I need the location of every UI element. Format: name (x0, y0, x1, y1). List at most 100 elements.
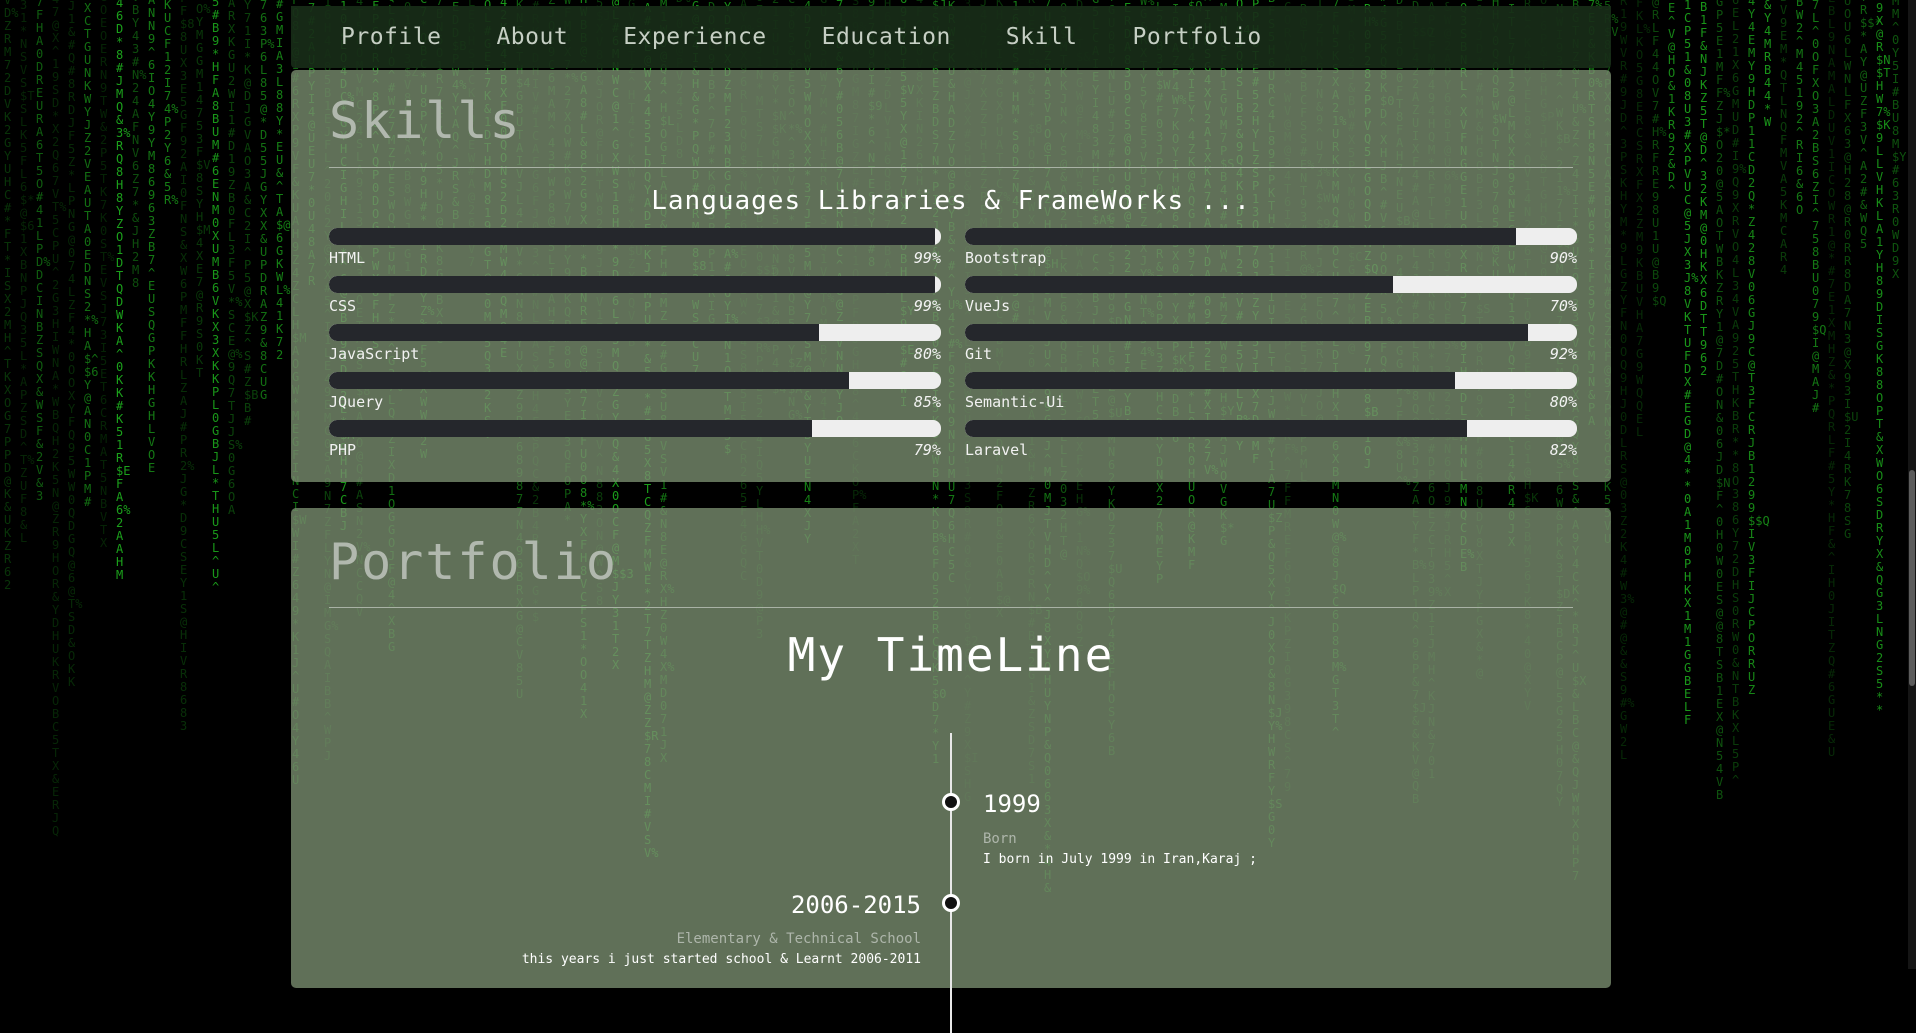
matrix-rain-column: 46D*8#JMQ&3%RQ8H8YZO1DTQDWKA^0KK#K51R$EF… (116, 0, 131, 582)
skill-item: Laravel 82% (965, 420, 1577, 468)
portfolio-divider (329, 607, 1573, 608)
skill-progress-bar (965, 228, 1577, 245)
skill-item: Bootstrap 90% (965, 228, 1577, 276)
portfolio-section: Portfolio My TimeLine 1999 Born I born i… (291, 508, 1611, 1033)
skill-name: JQuery (329, 393, 384, 411)
matrix-rain-column: K%PF^CO%3NA3S6TGYR$$**AY@UZF3V^A2#&WQ5 (1860, 0, 1882, 251)
matrix-rain-column: A@H7M#2XEDGCSWJGBB1F&NJKZ5T@D^32KM@0HKX6… (1700, 0, 1708, 378)
content-wrapper: Profile About Experience Education Skill… (291, 0, 1611, 1033)
skill-progress-fill (329, 228, 935, 245)
matrix-rain-column: N@#ANN9^6IO4Y9YM86963ZB7^EUSQGPKKHGHLVOE (148, 0, 156, 475)
matrix-rain-column: $WDCKL$2@YHV4KR1JD7Y&Y4MRB44*W (1764, 0, 1772, 129)
matrix-rain-column: 9Y#$&87JV^AT@2DAY71I*K@DJGVAO3A&C2I^P5@X… (244, 0, 259, 428)
skill-progress-bar (329, 228, 941, 245)
timeline-title: My TimeLine (787, 628, 1115, 682)
skill-progress-bar (965, 324, 1577, 341)
skill-progress-bar (329, 276, 941, 293)
matrix-rain-column: AH763P%6L85@*D55JGYXX&UPDRAZ9&8CUG (260, 0, 275, 402)
matrix-rain-column: @$ZYF0SQF%CWPYIMO0C6HFKL%KO5G8ERCSRXFX2Z… (1636, 0, 1651, 439)
matrix-rain-column: #1*3@H6BOYO%YMGGM14753F$V8SYH$M4XE7@R9S0… (196, 0, 211, 380)
skill-progress-bar (965, 420, 1577, 437)
matrix-rain-column: T1CP51&08U3#XPVUC@5JX3J%8VKTUFDX#EGD@4**… (1684, 0, 1699, 727)
nav-link-portfolio[interactable]: Portfolio (1133, 24, 1262, 50)
top-navbar: Profile About Experience Education Skill… (291, 6, 1611, 68)
skill-progress-fill (329, 324, 819, 341)
skill-percent: 99% (913, 249, 941, 267)
skill-name: Semantic-Ui (965, 393, 1065, 411)
skill-progress-bar (329, 324, 941, 341)
skill-item: JavaScript 80% (329, 324, 941, 372)
skill-percent: 70% (1549, 297, 1577, 315)
timeline-dot (942, 894, 960, 912)
timeline-text: this years i just started school & Learn… (521, 952, 921, 967)
timeline-dot (942, 793, 960, 811)
skill-item: HTML 99% (329, 228, 941, 276)
timeline-year: 2006-2015 (790, 891, 921, 919)
skill-item: CSS 99% (329, 276, 941, 324)
skills-subtitle: Languages Libraries & FrameWorks ... (651, 186, 1251, 216)
matrix-rain-column: 2C&35@PWJE%JPIOW&*ARXKGU2WI1#D19ZB0FL3F5… (228, 0, 243, 517)
skill-progress-bar (329, 372, 941, 389)
matrix-rain-column: BDYUOU6LWNLFX63@H28@R0RR8DA7N3@X93I$U2I4… (1844, 0, 1859, 541)
skill-progress-fill (965, 372, 1455, 389)
skill-item: PHP 79% (329, 420, 941, 468)
skill-name: Git (965, 345, 993, 363)
portfolio-title: Portfolio (329, 533, 618, 591)
skill-percent: 79% (913, 441, 941, 459)
skill-name: JavaScript (329, 345, 420, 363)
matrix-rain-column: L9XZ@Z0X06CAS@JBW2^M45192^RI6&6O (1796, 0, 1804, 217)
timeline-heading: Born (983, 831, 1017, 847)
skill-name: HTML (329, 249, 366, 267)
matrix-rain-column: RNC0X0^DL&NR61TBV9EM*QTLNQFMVA5KMCAR4 (1780, 0, 1788, 277)
skills-divider (329, 167, 1573, 168)
skill-percent: 85% (913, 393, 941, 411)
skill-item: VueJs 70% (965, 276, 1577, 324)
timeline-year: 1999 (983, 790, 1041, 818)
matrix-rain-column: NW4WHEFP9WVMG^@RLF44OV7#H%RFRE98U1U@B9$Q (1652, 0, 1667, 308)
matrix-rain-column: G1387L^0OFXO3A2BS6ZI^758BU079$QI@MAJ# (1812, 0, 1827, 415)
matrix-rain-column: 5GP5E1MFF%ZJ$*O20@5AOTWBKZRY1@7D#ON&06JD… (1716, 0, 1731, 802)
matrix-rain-column: &*8MW^U1J$7@9NV$3QMM^0Y5I#BU8M$Y#63R0WD9… (1892, 0, 1907, 281)
skill-percent: 90% (1549, 249, 1577, 267)
skill-name: PHP (329, 441, 357, 459)
matrix-rain-column: ^90XCTGUNKWYJZ2VEAUTA0EDNS2*%HA$^$6Y@AN0… (84, 0, 99, 509)
skill-percent: 80% (913, 345, 941, 363)
skill-progress-fill (965, 420, 1467, 437)
nav-link-education[interactable]: Education (822, 24, 951, 50)
nav-link-experience[interactable]: Experience (623, 24, 766, 50)
skill-name: Laravel (965, 441, 1029, 459)
skill-progress-fill (965, 228, 1516, 245)
skill-percent: 80% (1549, 393, 1577, 411)
matrix-rain-column: M&2K$RW#8Z0L%NH5R^1NE^V@HO&1KR92&D^ (1668, 0, 1676, 197)
nav-link-profile[interactable]: Profile (341, 24, 441, 50)
timeline-line (950, 733, 952, 1033)
matrix-rain-column: I7ER19WVR#9JD^3PSKHYM*9LGZYFN0OQ9HJ0DLRS… (1620, 0, 1635, 762)
nav-link-skill[interactable]: Skill (1006, 24, 1078, 50)
matrix-rain-column: 9K#GMIA3L88Y*EU&^TA$@6GKWL%41K72 (276, 0, 291, 362)
matrix-rain-column: ^SAS%LJTH71EX9X@R$N$THW7%$K9LLVHKLA1YH89… (1876, 0, 1891, 717)
skill-progress-fill (329, 276, 935, 293)
scrollbar-thumb[interactable] (1909, 470, 1915, 686)
matrix-rain-column: RV47@X^19SD*X2Q67VT%5CPU^2G3HIWNA*WBQH2K… (52, 0, 67, 838)
skills-title: Skills (329, 92, 522, 150)
matrix-rain-column: YEKTVD%ZRM72DVK2GYUHC#*FT*ISX2MH^TKXOG7P… (4, 0, 19, 592)
matrix-rain-column: $BXLOJ5VJ1&#Q#8RDJF5Z*LPNG@074LZF4*0OOXY… (68, 0, 83, 689)
matrix-rain-column: GEZOVDZ$*RV1G@WKUCF12I74%P2Y6&5R% (164, 0, 179, 207)
matrix-rain-column: 0LBL9NAMALDUV1ICOWR1@*#7E1XMHZ&*PQRLF#5Y… (1828, 0, 1836, 759)
matrix-rain-column: RS1HB6EL21X6GMUD#I9%Q9XRVO4L34VA925THKBR… (1732, 0, 1747, 787)
skill-name: VueJs (965, 297, 1011, 315)
skill-item: Git 92% (965, 324, 1577, 372)
matrix-rain-column: C4Y4EMY9HDP11CD2Q*Z428V06GJ9C@T3FCRJB129… (1748, 0, 1770, 697)
skill-progress-bar (329, 420, 941, 437)
skill-item: Semantic-Ui 80% (965, 372, 1577, 420)
matrix-rain-column: AE1^^LC7L2@EJ8FF$88UX3E5GF92AI0FNS&XW6PM… (180, 0, 195, 733)
matrix-rain-column: JY0FKUDVBY43#N%24AFNV6Z7*&JH2M8 (132, 0, 147, 290)
matrix-rain-column: 42%J9HBDAX9$GVCMUCPJM7FHA0DREURA6T5O#41L… (36, 0, 51, 503)
skill-progress-fill (329, 372, 850, 389)
skill-percent: 99% (913, 297, 941, 315)
skill-progress-fill (329, 420, 813, 437)
nav-link-about[interactable]: About (496, 24, 568, 50)
timeline-heading: Elementary & Technical School (676, 931, 921, 947)
skill-progress-fill (965, 276, 1394, 293)
skill-name: Bootstrap (965, 249, 1047, 267)
